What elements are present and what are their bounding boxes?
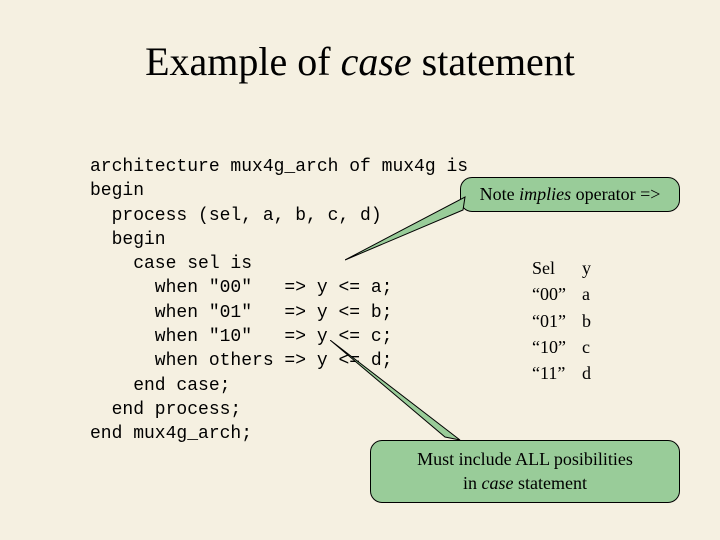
table-cell: “11” bbox=[532, 361, 580, 385]
table-cell: a bbox=[582, 282, 605, 306]
note-implies-callout: Note implies operator => bbox=[460, 177, 680, 212]
note1-post: operator => bbox=[571, 184, 660, 204]
table-row: “11” d bbox=[532, 361, 605, 385]
table-cell: b bbox=[582, 309, 605, 333]
table-row: “00” a bbox=[532, 282, 605, 306]
note1-italic: implies bbox=[519, 184, 571, 204]
note2-line1: Must include ALL posibilities bbox=[417, 449, 633, 469]
table-cell: c bbox=[582, 335, 605, 359]
title-text-post: statement bbox=[412, 39, 575, 84]
table-head-sel: Sel bbox=[532, 256, 580, 280]
note1-pre: Note bbox=[480, 184, 520, 204]
table-row: “10” c bbox=[532, 335, 605, 359]
note2-line2-italic: case bbox=[482, 473, 514, 493]
table-cell: d bbox=[582, 361, 605, 385]
note-all-possibilities-callout: Must include ALL posibilities in case st… bbox=[370, 440, 680, 503]
table-cell: “00” bbox=[532, 282, 580, 306]
truth-table: Sel y “00” a “01” b “10” c “11” d bbox=[530, 254, 607, 387]
note2-line2-pre: in bbox=[463, 473, 482, 493]
table-cell: “10” bbox=[532, 335, 580, 359]
note2-line2-post: statement bbox=[514, 473, 587, 493]
title-text-pre: Example of bbox=[145, 39, 341, 84]
table-cell: “01” bbox=[532, 309, 580, 333]
slide: Example of case statement architecture m… bbox=[0, 0, 720, 540]
callout-arrow-icon bbox=[330, 340, 490, 450]
table-row: Sel y bbox=[532, 256, 605, 280]
table-head-y: y bbox=[582, 256, 605, 280]
slide-title: Example of case statement bbox=[0, 0, 720, 85]
title-text-italic: case bbox=[341, 39, 412, 84]
table-row: “01” b bbox=[532, 309, 605, 333]
callout-arrow-icon bbox=[345, 190, 475, 270]
